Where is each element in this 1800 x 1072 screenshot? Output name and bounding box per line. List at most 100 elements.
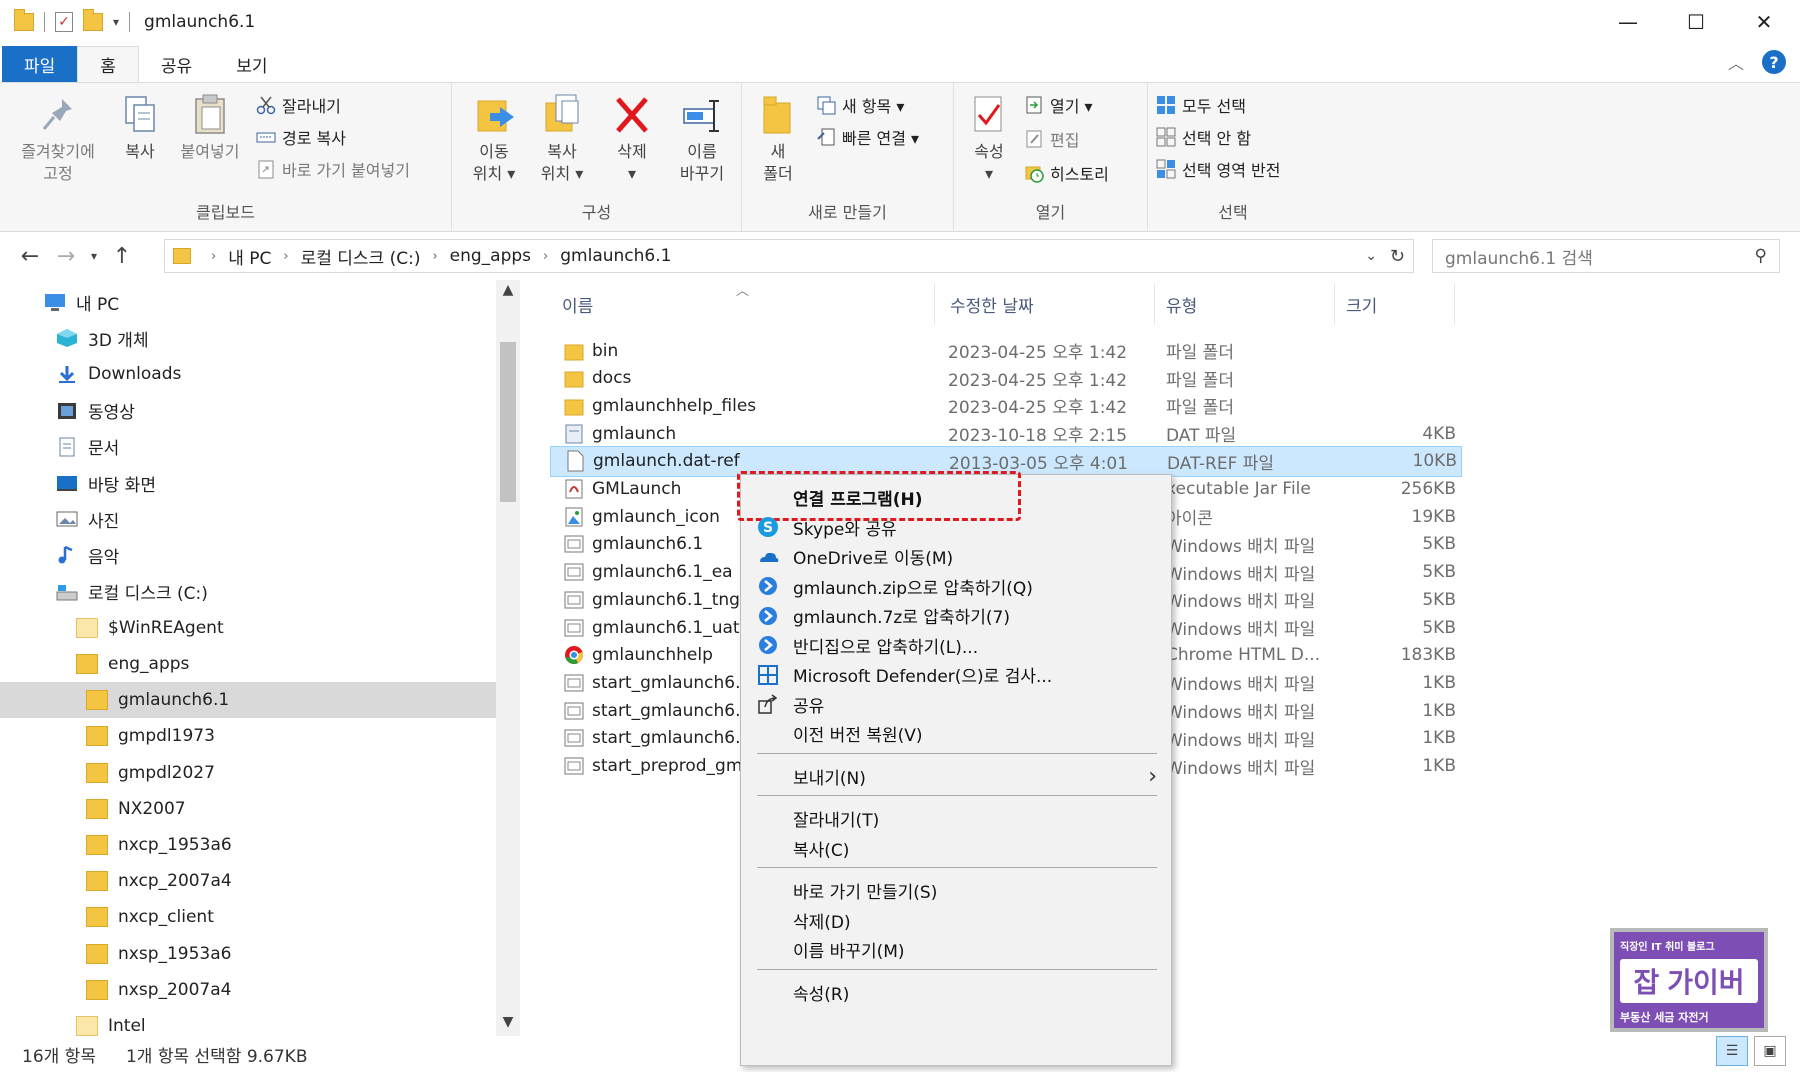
nav-scrollbar[interactable]: ▲ ▼ bbox=[496, 280, 520, 1036]
nav-item[interactable]: 문서 bbox=[0, 429, 496, 465]
scroll-thumb[interactable] bbox=[500, 342, 516, 502]
invert-selection-button[interactable]: 선택 영역 반전 bbox=[1156, 157, 1281, 181]
nav-item[interactable]: gmlaunch6.1 bbox=[0, 682, 496, 719]
properties-button[interactable]: 속성 ▾ bbox=[964, 93, 1014, 185]
pin-to-quick-access-button[interactable]: 즐겨찾기에 고정 bbox=[12, 93, 104, 185]
context-menu-item[interactable]: 연결 프로그램(H) bbox=[741, 481, 1171, 514]
column-separator[interactable] bbox=[1454, 284, 1455, 324]
rename-button[interactable]: 이름 바꾸기 bbox=[666, 93, 738, 185]
move-to-button[interactable]: 이동 위치 ▾ bbox=[462, 93, 526, 185]
context-menu-item[interactable]: 이름 바꾸기(M) bbox=[741, 933, 1171, 966]
tab-view[interactable]: 보기 bbox=[214, 46, 289, 82]
search-input[interactable]: gmlaunch6.1 검색 bbox=[1445, 244, 1593, 269]
nav-item[interactable]: 3D 개체 bbox=[0, 320, 496, 356]
column-separator[interactable] bbox=[934, 284, 935, 324]
column-size[interactable]: 크기 bbox=[1346, 292, 1377, 317]
column-date[interactable]: 수정한 날짜 bbox=[950, 292, 1034, 317]
forward-arrow-icon[interactable]: → bbox=[48, 244, 84, 269]
search-box[interactable]: gmlaunch6.1 검색 ⚲ bbox=[1432, 239, 1780, 273]
up-arrow-icon[interactable]: ↑ bbox=[104, 244, 140, 269]
column-name[interactable]: 이름 bbox=[562, 292, 593, 317]
context-menu-item[interactable]: Microsoft Defender(으)로 검사... bbox=[741, 658, 1171, 691]
nav-item[interactable]: gmpdl2027 bbox=[0, 755, 496, 791]
nav-item[interactable]: 내 PC bbox=[0, 284, 496, 320]
paste-shortcut-button[interactable]: 바로 가기 붙여넣기 bbox=[256, 157, 410, 181]
context-menu-item[interactable]: OneDrive로 이동(M) bbox=[741, 540, 1171, 573]
breadcrumb-gmlaunch[interactable]: gmlaunch6.1 bbox=[560, 246, 671, 266]
cut-button[interactable]: 잘라내기 bbox=[256, 93, 341, 117]
open-button[interactable]: 열기 ▾ bbox=[1024, 93, 1093, 117]
breadcrumb-my-pc[interactable]: 내 PC bbox=[228, 244, 271, 269]
copy-to-button[interactable]: 복사 위치 ▾ bbox=[530, 93, 594, 185]
search-icon[interactable]: ⚲ bbox=[1755, 246, 1767, 266]
nav-item[interactable]: NX2007 bbox=[0, 791, 496, 827]
breadcrumb-eng-apps[interactable]: eng_apps bbox=[450, 246, 531, 266]
column-separator[interactable] bbox=[1154, 284, 1155, 324]
scroll-up-icon[interactable]: ▲ bbox=[496, 282, 520, 298]
new-item-button[interactable]: 새 항목 ▾ bbox=[816, 93, 904, 117]
nav-item[interactable]: gmpdl1973 bbox=[0, 718, 496, 754]
context-menu-item[interactable]: 반디집으로 압축하기(L)... bbox=[741, 629, 1171, 662]
paste-button[interactable]: 붙여넣기 bbox=[172, 93, 248, 163]
customize-toolbar-icon[interactable]: ▾ bbox=[113, 15, 119, 29]
nav-item[interactable]: nxcp_2007a4 bbox=[0, 863, 496, 899]
address-bar[interactable]: › 내 PC › 로컬 디스크 (C:) › eng_apps › gmlaun… bbox=[164, 239, 1414, 273]
context-menu-item[interactable]: gmlaunch.7z로 압축하기(7) bbox=[741, 599, 1171, 632]
table-row[interactable]: gmlaunchhelp_files 2023-04-25 오후 1:42 파일 폴… bbox=[550, 390, 1462, 421]
column-separator[interactable] bbox=[1334, 284, 1335, 324]
nav-item[interactable]: 사진 bbox=[0, 501, 496, 537]
refresh-icon[interactable]: ↻ bbox=[1390, 246, 1405, 267]
properties-check-icon[interactable]: ✓ bbox=[55, 12, 73, 32]
nav-item[interactable]: nxcp_client bbox=[0, 899, 496, 935]
minimize-button[interactable]: — bbox=[1594, 0, 1662, 44]
context-menu-item[interactable]: 보내기(N) › bbox=[741, 760, 1171, 793]
context-menu-item[interactable]: 이전 버전 복원(V) bbox=[741, 717, 1171, 750]
nav-item[interactable]: eng_apps bbox=[0, 646, 496, 682]
tab-home[interactable]: 홈 bbox=[77, 46, 139, 82]
new-folder-icon[interactable] bbox=[83, 9, 103, 31]
breadcrumb-local-disk[interactable]: 로컬 디스크 (C:) bbox=[301, 244, 421, 269]
easy-access-button[interactable]: 빠른 연결 ▾ bbox=[816, 125, 919, 149]
copy-path-button[interactable]: 경로 복사 bbox=[256, 125, 346, 149]
column-type[interactable]: 유형 bbox=[1166, 292, 1197, 317]
nav-item[interactable]: nxsp_2007a4 bbox=[0, 972, 496, 1008]
context-menu-item[interactable]: gmlaunch.zip으로 압축하기(Q) bbox=[741, 570, 1171, 603]
nav-item[interactable]: $WinREAgent bbox=[0, 610, 496, 646]
select-all-button[interactable]: 모두 선택 bbox=[1156, 93, 1246, 117]
context-menu-item[interactable]: 삭제(D) bbox=[741, 904, 1171, 937]
back-arrow-icon[interactable]: ← bbox=[12, 244, 48, 269]
nav-item[interactable]: Downloads bbox=[0, 356, 496, 392]
table-row[interactable]: bin 2023-04-25 오후 1:42 파일 폴더 bbox=[550, 335, 1462, 366]
large-icons-view-icon[interactable]: ▣ bbox=[1754, 1036, 1786, 1066]
tab-file[interactable]: 파일 bbox=[2, 46, 78, 82]
nav-item[interactable]: 동영상 bbox=[0, 393, 496, 429]
nav-item[interactable]: 로컬 디스크 (C:) bbox=[0, 574, 496, 610]
nav-item[interactable]: nxsp_1953a6 bbox=[0, 936, 496, 972]
context-menu-item[interactable]: 복사(C) bbox=[741, 832, 1171, 865]
delete-button[interactable]: 삭제 ▾ bbox=[600, 93, 664, 185]
history-button[interactable]: 히스토리 bbox=[1024, 161, 1109, 185]
context-menu-item[interactable]: 잘라내기(T) bbox=[741, 802, 1171, 835]
close-button[interactable]: ✕ bbox=[1730, 0, 1798, 44]
nav-item[interactable]: 음악 bbox=[0, 537, 496, 573]
collapse-ribbon-icon[interactable]: ︿ bbox=[1728, 50, 1744, 74]
scroll-down-icon[interactable]: ▼ bbox=[496, 1014, 520, 1030]
nav-item[interactable]: Intel bbox=[0, 1008, 496, 1036]
context-menu-item[interactable]: S Skype와 공유 bbox=[741, 511, 1171, 544]
new-folder-button[interactable]: 새 폴더 bbox=[748, 93, 808, 185]
copy-button[interactable]: 복사 bbox=[110, 93, 170, 163]
help-icon[interactable]: ? bbox=[1762, 50, 1786, 74]
select-none-button[interactable]: 선택 안 함 bbox=[1156, 125, 1251, 149]
context-menu-item[interactable]: 공유 bbox=[741, 688, 1171, 721]
table-row[interactable]: gmlaunch 2023-10-18 오후 2:15 DAT 파일 4KB bbox=[550, 418, 1462, 449]
maximize-button[interactable]: ☐ bbox=[1662, 0, 1730, 44]
recent-locations-icon[interactable]: ▾ bbox=[84, 249, 104, 263]
nav-item[interactable]: nxcp_1953a6 bbox=[0, 827, 496, 863]
nav-item[interactable]: 바탕 화면 bbox=[0, 465, 496, 501]
edit-button[interactable]: 편집 bbox=[1024, 127, 1079, 151]
tab-share[interactable]: 공유 bbox=[139, 46, 214, 82]
address-dropdown-icon[interactable]: ⌄ bbox=[1365, 248, 1377, 264]
context-menu-item[interactable]: 바로 가기 만들기(S) bbox=[741, 874, 1171, 907]
table-row[interactable]: docs 2023-04-25 오후 1:42 파일 폴더 bbox=[550, 363, 1462, 394]
context-menu-item[interactable]: 속성(R) bbox=[741, 976, 1171, 1009]
